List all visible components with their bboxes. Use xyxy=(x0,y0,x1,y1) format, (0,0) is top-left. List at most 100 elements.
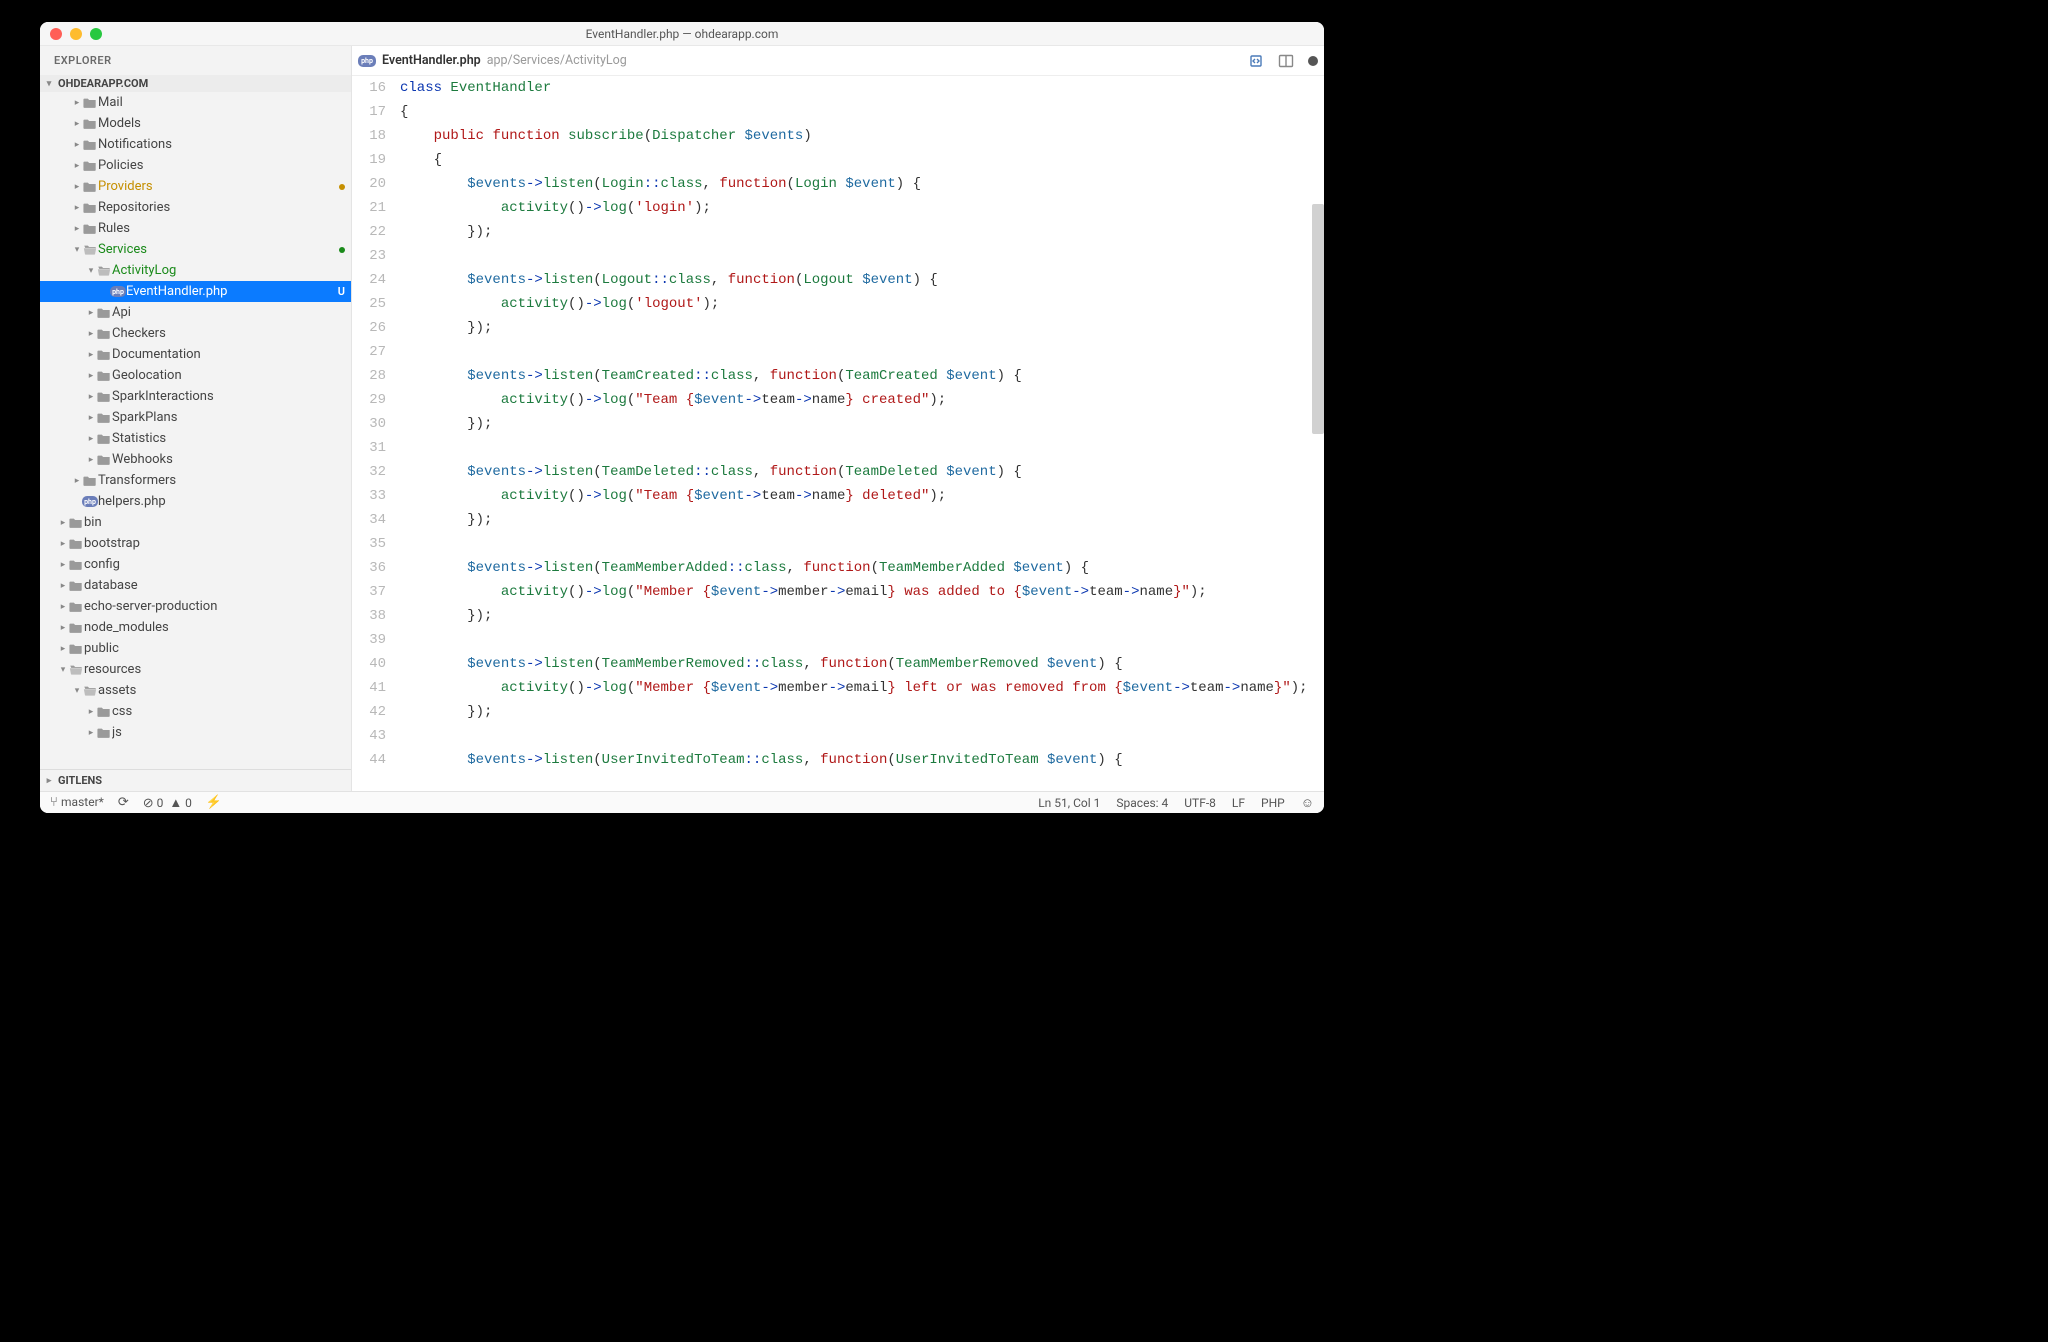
cursor-position[interactable]: Ln 51, Col 1 xyxy=(1038,796,1100,810)
titlebar[interactable]: EventHandler.php — ohdearapp.com xyxy=(40,22,1324,46)
code-line[interactable]: 20 $events->listen(Login::class, functio… xyxy=(352,172,1324,196)
code-editor[interactable]: 16class EventHandler17{18 public functio… xyxy=(352,76,1324,791)
code-line[interactable]: 36 $events->listen(TeamMemberAdded::clas… xyxy=(352,556,1324,580)
branch-indicator[interactable]: ⑂ master* xyxy=(50,795,104,810)
code-line[interactable]: 30 }); xyxy=(352,412,1324,436)
code-source: activity()->log("Team {$event->team->nam… xyxy=(400,484,946,508)
folder-item[interactable]: ▸SparkInteractions xyxy=(40,386,351,407)
folder-icon xyxy=(82,96,98,110)
project-section-header[interactable]: ▾ OHDEARAPP.COM xyxy=(40,75,351,92)
code-line[interactable]: 40 $events->listen(TeamMemberRemoved::cl… xyxy=(352,652,1324,676)
code-line[interactable]: 18 public function subscribe(Dispatcher … xyxy=(352,124,1324,148)
folder-item[interactable]: ▸Providers xyxy=(40,176,351,197)
code-line[interactable]: 33 activity()->log("Team {$event->team->… xyxy=(352,484,1324,508)
tab-filename[interactable]: EventHandler.php xyxy=(382,53,481,68)
folder-item[interactable]: ▸Notifications xyxy=(40,134,351,155)
folder-item[interactable]: ▸Policies xyxy=(40,155,351,176)
language-indicator[interactable]: PHP xyxy=(1261,796,1285,810)
file-tree[interactable]: ▸Mail▸Models▸Notifications▸Policies▸Prov… xyxy=(40,92,351,769)
code-line[interactable]: 29 activity()->log("Team {$event->team->… xyxy=(352,388,1324,412)
folder-item[interactable]: ▾ActivityLog xyxy=(40,260,351,281)
folder-item[interactable]: ▸public xyxy=(40,638,351,659)
folder-item[interactable]: ▾resources xyxy=(40,659,351,680)
folder-item[interactable]: ▸Documentation xyxy=(40,344,351,365)
chevron-down-icon: ▾ xyxy=(86,266,96,276)
code-line[interactable]: 37 activity()->log("Member {$event->memb… xyxy=(352,580,1324,604)
scrollbar-thumb[interactable] xyxy=(1312,204,1324,434)
code-source: $events->listen(Login::class, function(L… xyxy=(400,172,921,196)
split-editor-icon[interactable] xyxy=(1278,53,1294,69)
zoom-icon[interactable] xyxy=(90,28,102,40)
file-item[interactable]: phphelpers.php xyxy=(40,491,351,512)
code-source: }); xyxy=(400,316,492,340)
code-line[interactable]: 23 xyxy=(352,244,1324,268)
chevron-right-icon: ▸ xyxy=(58,602,68,612)
gutter-line-number: 31 xyxy=(352,436,400,460)
folder-item[interactable]: ▸Mail xyxy=(40,92,351,113)
folder-item[interactable]: ▸css xyxy=(40,701,351,722)
tree-item-label: Api xyxy=(112,305,345,320)
code-line[interactable]: 17{ xyxy=(352,100,1324,124)
gutter-line-number: 24 xyxy=(352,268,400,292)
problems-indicator[interactable]: ⊘ 0 ▲ 0 xyxy=(143,795,192,811)
code-line[interactable]: 21 activity()->log('login'); xyxy=(352,196,1324,220)
chevron-right-icon: ▸ xyxy=(58,560,68,570)
code-line[interactable]: 22 }); xyxy=(352,220,1324,244)
folder-icon xyxy=(96,306,112,320)
folder-item[interactable]: ▸Models xyxy=(40,113,351,134)
code-line[interactable]: 16class EventHandler xyxy=(352,76,1324,100)
code-line[interactable]: 34 }); xyxy=(352,508,1324,532)
code-line[interactable]: 38 }); xyxy=(352,604,1324,628)
folder-item[interactable]: ▸bin xyxy=(40,512,351,533)
folder-item[interactable]: ▸config xyxy=(40,554,351,575)
code-line[interactable]: 32 $events->listen(TeamDeleted::class, f… xyxy=(352,460,1324,484)
feedback-icon[interactable]: ☺ xyxy=(1301,795,1314,811)
folder-item[interactable]: ▸Webhooks xyxy=(40,449,351,470)
project-name: OHDEARAPP.COM xyxy=(58,77,148,90)
minimize-icon[interactable] xyxy=(70,28,82,40)
code-line[interactable]: 25 activity()->log('logout'); xyxy=(352,292,1324,316)
bolt-icon[interactable]: ⚡ xyxy=(206,795,222,810)
code-line[interactable]: 27 xyxy=(352,340,1324,364)
code-line[interactable]: 44 $events->listen(UserInvitedToTeam::cl… xyxy=(352,748,1324,772)
folder-item[interactable]: ▾Services xyxy=(40,239,351,260)
folder-icon xyxy=(68,516,84,530)
folder-item[interactable]: ▸node_modules xyxy=(40,617,351,638)
folder-item[interactable]: ▸Transformers xyxy=(40,470,351,491)
open-changes-icon[interactable] xyxy=(1248,53,1264,69)
branch-icon: ⑂ xyxy=(50,795,61,810)
close-icon[interactable] xyxy=(50,28,62,40)
code-line[interactable]: 35 xyxy=(352,532,1324,556)
code-line[interactable]: 42 }); xyxy=(352,700,1324,724)
file-item[interactable]: phpEventHandler.phpU xyxy=(40,281,351,302)
code-line[interactable]: 19 { xyxy=(352,148,1324,172)
code-line[interactable]: 31 xyxy=(352,436,1324,460)
code-line[interactable]: 39 xyxy=(352,628,1324,652)
folder-item[interactable]: ▸bootstrap xyxy=(40,533,351,554)
code-line[interactable]: 24 $events->listen(Logout::class, functi… xyxy=(352,268,1324,292)
gitlens-section-header[interactable]: ▸ GITLENS xyxy=(40,769,351,791)
folder-item[interactable]: ▸echo-server-production xyxy=(40,596,351,617)
code-line[interactable]: 26 }); xyxy=(352,316,1324,340)
folder-item[interactable]: ▸Rules xyxy=(40,218,351,239)
status-bar: ⑂ master* ⟳ ⊘ 0 ▲ 0 ⚡ Ln 51, Col 1 Space… xyxy=(40,791,1324,813)
folder-item[interactable]: ▸Checkers xyxy=(40,323,351,344)
folder-item[interactable]: ▸Api xyxy=(40,302,351,323)
code-line[interactable]: 43 xyxy=(352,724,1324,748)
tree-item-label: Models xyxy=(98,116,345,131)
gutter-line-number: 30 xyxy=(352,412,400,436)
encoding-indicator[interactable]: UTF-8 xyxy=(1184,796,1216,810)
folder-item[interactable]: ▸SparkPlans xyxy=(40,407,351,428)
gutter-line-number: 36 xyxy=(352,556,400,580)
folder-item[interactable]: ▾assets xyxy=(40,680,351,701)
folder-item[interactable]: ▸js xyxy=(40,722,351,743)
sync-icon[interactable]: ⟳ xyxy=(118,795,129,810)
eol-indicator[interactable]: LF xyxy=(1232,796,1245,810)
indent-indicator[interactable]: Spaces: 4 xyxy=(1116,796,1168,810)
folder-item[interactable]: ▸Repositories xyxy=(40,197,351,218)
folder-item[interactable]: ▸Statistics xyxy=(40,428,351,449)
folder-item[interactable]: ▸database xyxy=(40,575,351,596)
code-line[interactable]: 41 activity()->log("Member {$event->memb… xyxy=(352,676,1324,700)
folder-item[interactable]: ▸Geolocation xyxy=(40,365,351,386)
code-line[interactable]: 28 $events->listen(TeamCreated::class, f… xyxy=(352,364,1324,388)
